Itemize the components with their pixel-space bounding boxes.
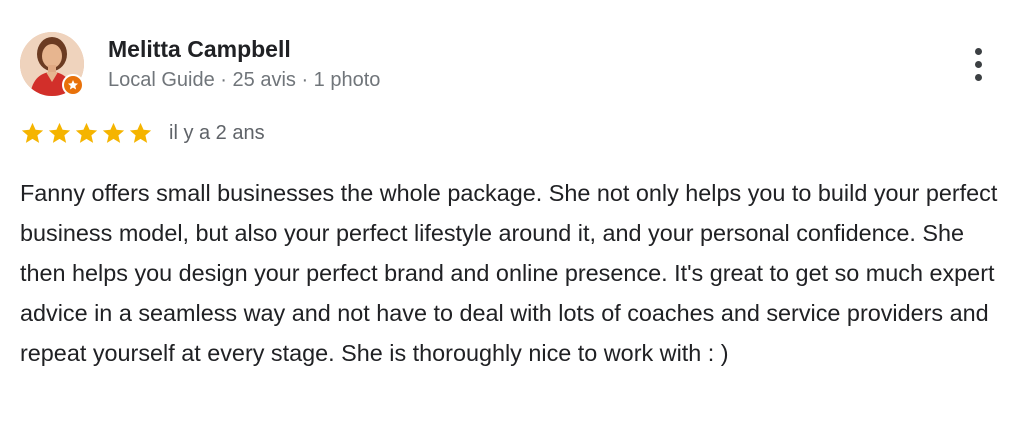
- rating-row: il y a 2 ans: [20, 118, 265, 148]
- author-name[interactable]: Melitta Campbell: [108, 35, 291, 63]
- star-icon: [101, 121, 126, 146]
- author-meta: Local Guide · 25 avis · 1 photo: [108, 69, 381, 91]
- star-icon: [20, 121, 45, 146]
- review-text: Fanny offers small businesses the whole …: [20, 180, 998, 366]
- star-icon: [74, 121, 99, 146]
- menu-dot: [974, 47, 982, 55]
- author-avatar[interactable]: [20, 32, 84, 96]
- star-icon: [128, 121, 153, 146]
- menu-dot: [974, 73, 982, 81]
- local-guide-star-icon: [62, 74, 84, 96]
- star-rating: [20, 121, 153, 146]
- review-date: il y a 2 ans: [169, 121, 265, 144]
- more-vert-icon[interactable]: [962, 44, 994, 84]
- review-card: Melitta Campbell Local Guide · 25 avis ·…: [0, 0, 1014, 428]
- star-icon: [47, 121, 72, 146]
- menu-dot: [974, 60, 982, 68]
